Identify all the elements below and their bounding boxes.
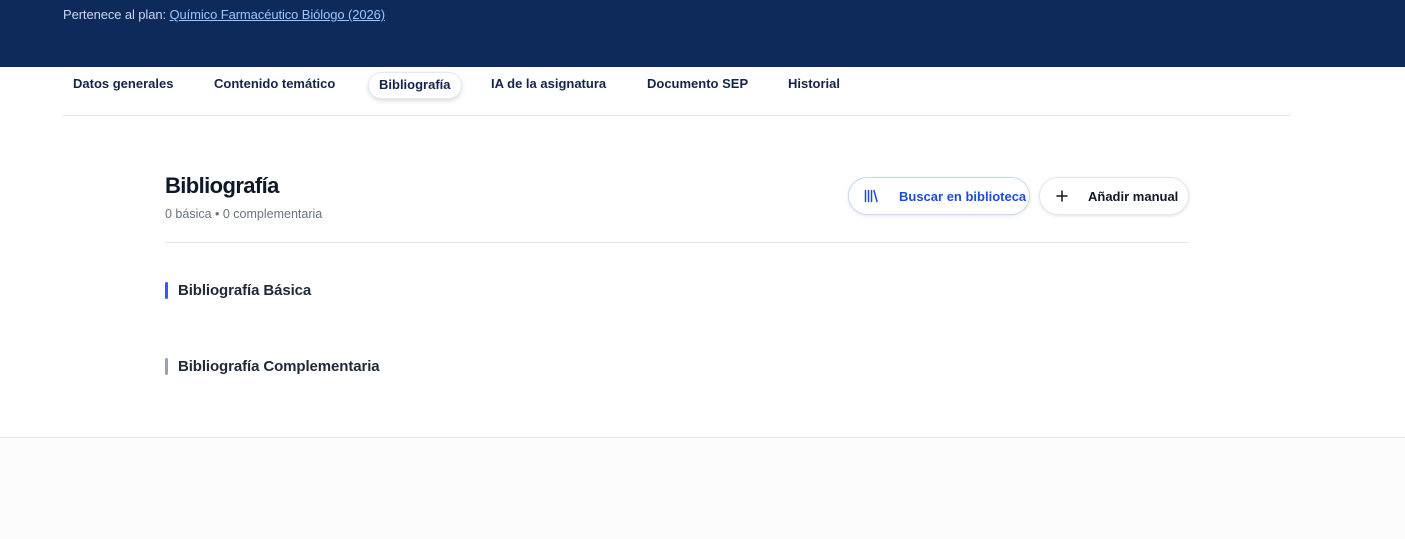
tab-bar: Datos generales Contenido temático Bibli… — [63, 67, 1291, 116]
plan-info: Pertenece al plan: Químico Farmacéutico … — [63, 7, 385, 22]
plus-icon — [1056, 190, 1068, 202]
subsection-basic: Bibliografía Básica — [165, 281, 311, 299]
search-library-button[interactable]: Buscar en biblioteca — [848, 177, 1030, 215]
top-header: Pertenece al plan: Químico Farmacéutico … — [0, 0, 1405, 67]
search-library-label: Buscar en biblioteca — [899, 188, 1027, 204]
library-icon — [864, 189, 878, 203]
section-divider — [165, 242, 1189, 243]
tab-datos-generales[interactable]: Datos generales — [63, 72, 183, 99]
bibliography-count: 0 básica • 0 complementaria — [165, 207, 323, 221]
subsection-basic-label: Bibliografía Básica — [178, 281, 312, 299]
plan-prefix: Pertenece al plan: — [63, 7, 166, 22]
tab-historial[interactable]: Historial — [778, 72, 850, 99]
tab-contenido-tematico[interactable]: Contenido temático — [204, 72, 345, 99]
tab-bibliografia[interactable]: Bibliografía — [368, 72, 462, 99]
accent-bar-complementary — [165, 357, 168, 375]
tab-ia-asignatura[interactable]: IA de la asignatura — [481, 72, 616, 99]
add-manual-button[interactable]: Añadir manual — [1039, 177, 1189, 215]
accent-bar-basic — [165, 281, 168, 299]
plan-link[interactable]: Químico Farmacéutico Biólogo (2026) — [170, 7, 386, 22]
main-panel: Datos generales Contenido temático Bibli… — [0, 67, 1405, 438]
tab-documento-sep[interactable]: Documento SEP — [637, 72, 758, 99]
subsection-complementary: Bibliografía Complementaria — [165, 357, 380, 375]
page-title: Bibliografía — [165, 173, 279, 198]
add-manual-label: Añadir manual — [1088, 188, 1179, 204]
subsection-complementary-label: Bibliografía Complementaria — [178, 357, 380, 375]
